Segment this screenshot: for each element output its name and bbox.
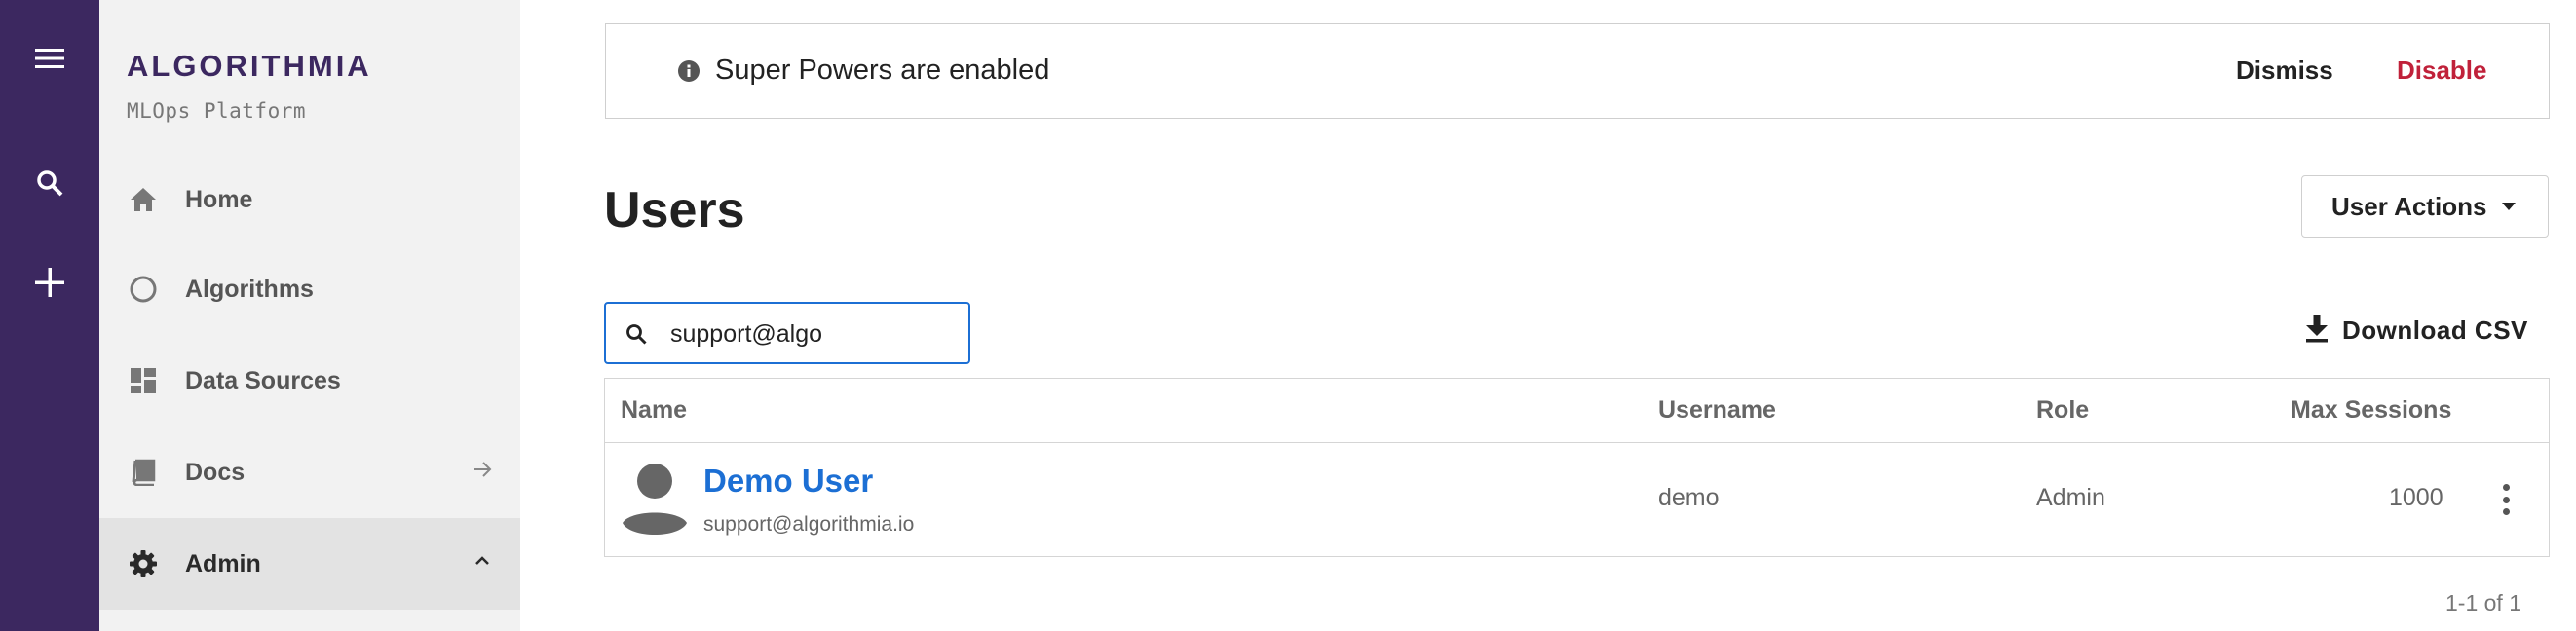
chevron-up-icon xyxy=(472,550,493,576)
user-name-link[interactable]: Demo User xyxy=(703,463,873,500)
caret-down-icon xyxy=(2502,198,2517,215)
column-header-username[interactable]: Username xyxy=(1658,396,1776,425)
search-icon xyxy=(625,323,647,350)
column-header-name[interactable]: Name xyxy=(621,396,687,425)
sidebar-item-data-sources[interactable]: Data Sources xyxy=(99,335,520,427)
dashboard-icon xyxy=(127,364,160,397)
rail-search-button[interactable] xyxy=(0,144,99,222)
banner-message: Super Powers are enabled xyxy=(715,55,1050,86)
row-more-options-icon[interactable] xyxy=(2491,482,2520,517)
username-cell: demo xyxy=(1658,484,1720,511)
create-button[interactable] xyxy=(0,243,99,321)
user-actions-label: User Actions xyxy=(2331,191,2487,221)
table-header: Name Username Role Max Sessions xyxy=(605,379,2549,443)
super-powers-banner: Super Powers are enabled Dismiss Disable xyxy=(605,23,2550,119)
sidebar-item-admin[interactable]: Admin xyxy=(99,518,520,610)
info-icon xyxy=(677,59,701,88)
table-row: Demo User support@algorithmia.io demo Ad… xyxy=(605,443,2549,556)
brand-logo[interactable]: ALGORITHMIA xyxy=(127,49,372,84)
download-csv-button[interactable]: Download CSV xyxy=(2305,314,2528,348)
pagination-status: 1-1 of 1 xyxy=(2445,590,2521,615)
sidebar: ALGORITHMIA MLOps Platform Home Algorith… xyxy=(99,0,520,631)
icon-rail xyxy=(0,0,99,631)
plus-icon xyxy=(35,268,64,297)
sidebar-item-label: Docs xyxy=(185,458,246,486)
menu-icon xyxy=(35,49,64,68)
disable-button[interactable]: Disable xyxy=(2397,56,2487,86)
book-icon xyxy=(127,456,160,489)
sidebar-item-label: Algorithms xyxy=(185,275,314,303)
users-table: Name Username Role Max Sessions Demo Use… xyxy=(604,378,2550,557)
menu-button[interactable] xyxy=(0,19,99,97)
arrow-right-icon xyxy=(472,459,493,485)
column-header-max-sessions[interactable]: Max Sessions xyxy=(2291,396,2451,425)
sidebar-item-home[interactable]: Home xyxy=(99,154,520,245)
column-header-role[interactable]: Role xyxy=(2036,396,2089,425)
download-icon xyxy=(2305,314,2329,348)
kebab-dot xyxy=(2502,484,2510,491)
search-icon xyxy=(37,170,63,197)
sidebar-item-label: Admin xyxy=(185,549,261,577)
user-actions-button[interactable]: User Actions xyxy=(2301,175,2549,238)
gear-icon xyxy=(127,547,160,580)
role-cell: Admin xyxy=(2036,484,2105,511)
search-input[interactable] xyxy=(670,316,959,353)
download-csv-label: Download CSV xyxy=(2342,316,2528,345)
dismiss-button[interactable]: Dismiss xyxy=(2236,56,2333,86)
max-sessions-cell: 1000 xyxy=(2389,484,2443,511)
platform-subtitle: MLOps Platform xyxy=(127,99,307,123)
user-email: support@algorithmia.io xyxy=(703,513,915,536)
sidebar-item-docs[interactable]: Docs xyxy=(99,427,520,518)
sidebar-item-algorithms[interactable]: Algorithms xyxy=(99,243,520,335)
circle-icon xyxy=(127,273,160,306)
home-icon xyxy=(127,183,160,216)
user-search[interactable] xyxy=(604,302,970,364)
sidebar-item-label: Data Sources xyxy=(185,366,341,394)
page-title: Users xyxy=(604,182,745,239)
avatar xyxy=(623,463,687,537)
kebab-dot xyxy=(2502,508,2510,515)
sidebar-item-label: Home xyxy=(185,185,253,213)
kebab-dot xyxy=(2502,496,2510,503)
